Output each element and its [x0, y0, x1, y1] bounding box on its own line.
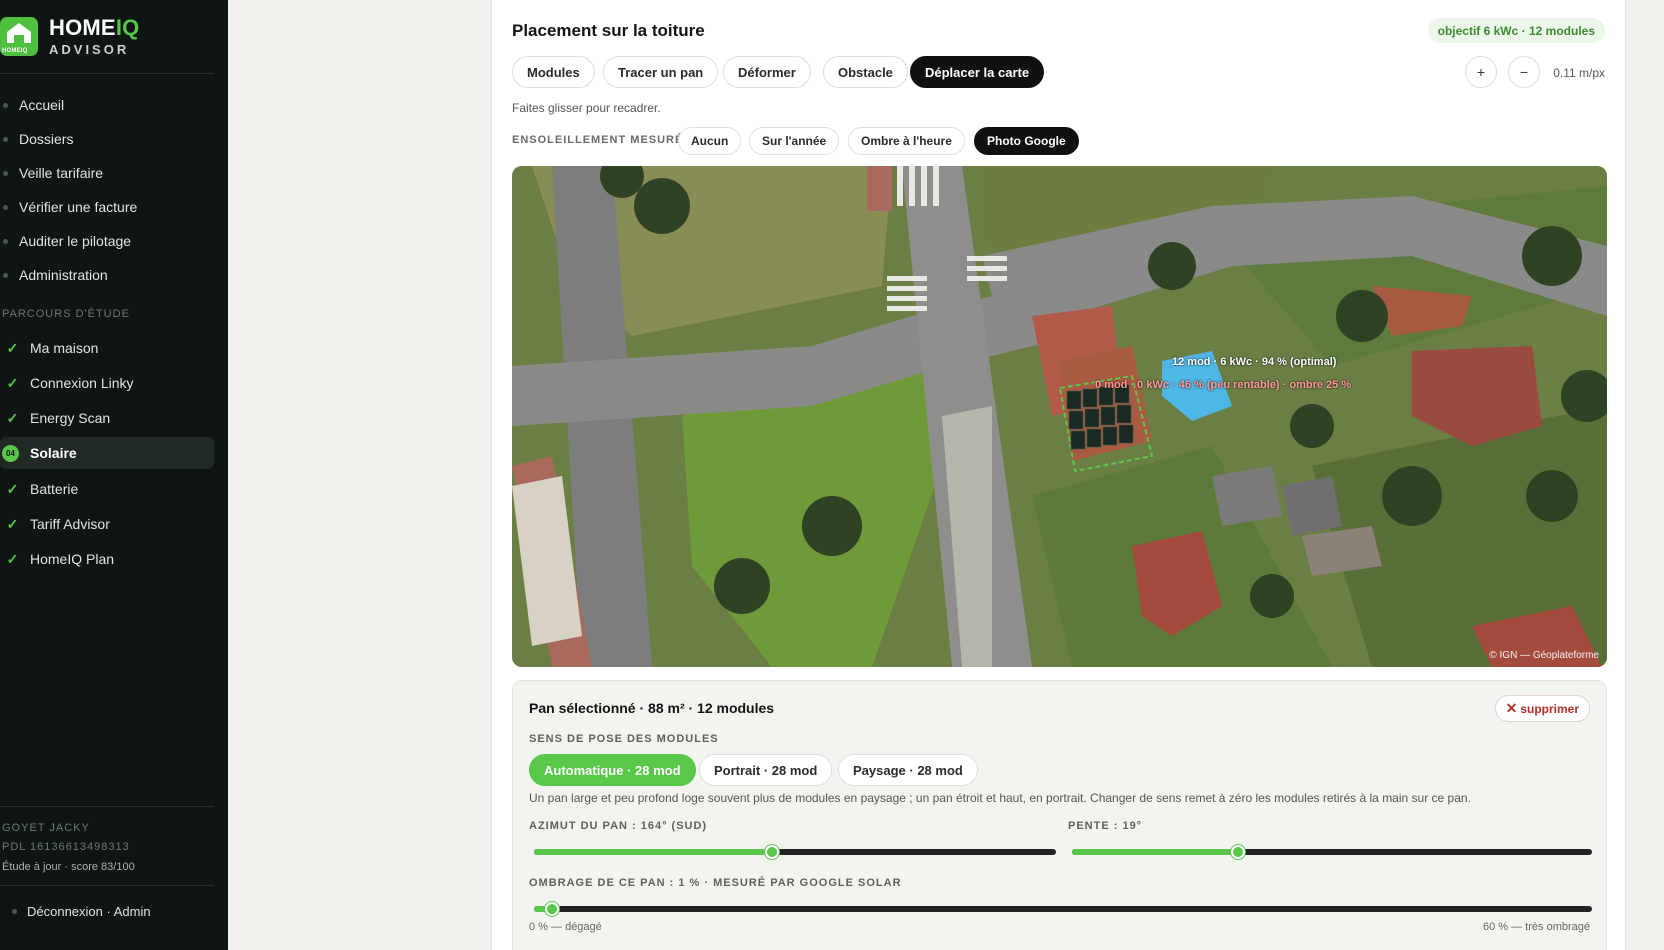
sunshine-annee-button[interactable]: Sur l'année: [749, 127, 840, 155]
tool-deformer-button[interactable]: Déformer: [723, 56, 811, 88]
bullet-icon: [12, 909, 17, 914]
user-pdl: PDL 16136613498313: [2, 841, 130, 853]
tool-tracer-pan-button[interactable]: Tracer un pan: [603, 56, 719, 88]
bullet-icon: [3, 272, 8, 278]
step-energy-scan[interactable]: ✓ Energy Scan: [0, 402, 214, 434]
divider: [0, 806, 214, 807]
azimuth-slider[interactable]: [534, 845, 1056, 859]
map-imagery: [512, 166, 1607, 667]
bullet-icon: [3, 136, 8, 142]
step-homeiq-plan[interactable]: ✓ HomeIQ Plan: [0, 543, 214, 575]
step-ma-maison[interactable]: ✓ Ma maison: [0, 332, 214, 364]
sidebar: HOMEIQ HOMEIQ ADVISOR Accueil Dossiers V…: [0, 0, 228, 950]
slider-fill: [534, 849, 772, 855]
study-status: Étude à jour · score 83/100: [2, 861, 135, 873]
sunshine-label: ENSOLEILLEMENT MESURÉ: [512, 134, 684, 146]
orientation-paysage-button[interactable]: Paysage · 28 mod: [838, 754, 978, 786]
page-title: Placement sur la toiture: [512, 21, 705, 40]
user-name: GOYET JACKY: [2, 822, 90, 834]
check-icon: ✓: [6, 409, 19, 426]
slider-thumb[interactable]: [765, 845, 779, 859]
delete-pan-button[interactable]: ✕ supprimer: [1494, 695, 1590, 722]
pan-label-secondary: 0 mod · 0 kWc · 46 % (peu rentable) · om…: [1095, 379, 1352, 391]
steps-section-label: PARCOURS D'ÉTUDE: [2, 308, 130, 320]
bullet-icon: [3, 238, 8, 244]
sunshine-photo-google-button[interactable]: Photo Google: [974, 127, 1079, 155]
check-icon: ✓: [6, 339, 19, 356]
slider-fill: [1072, 849, 1238, 855]
shading-label: OMBRAGE DE CE PAN : 1 % · MESURÉ PAR GOO…: [529, 877, 902, 889]
tool-modules-button[interactable]: Modules: [512, 56, 595, 88]
bullet-icon: [3, 204, 8, 210]
homeiq-logo: HOMEIQ: [0, 17, 38, 56]
map-attribution: © IGN — Géoplateforme: [1489, 650, 1599, 661]
slider-thumb[interactable]: [545, 902, 559, 916]
check-icon: ✓: [6, 550, 19, 567]
orientation-portrait-button[interactable]: Portrait · 28 mod: [699, 754, 833, 786]
step-connexion-linky[interactable]: ✓ Connexion Linky: [0, 367, 214, 399]
logout-link[interactable]: Déconnexion · Admin: [12, 904, 151, 919]
shading-slider[interactable]: [534, 902, 1592, 916]
pan-title: Pan sélectionné · 88 m² · 12 modules: [529, 700, 775, 716]
slider-thumb[interactable]: [1231, 845, 1245, 859]
step-solaire[interactable]: 04 Solaire: [0, 437, 214, 469]
sunshine-ombre-heure-button[interactable]: Ombre à l'heure: [848, 127, 965, 155]
orientation-auto-button[interactable]: Automatique · 28 mod: [529, 754, 696, 786]
orientation-help: Un pan large et peu profond loge souvent…: [529, 791, 1471, 805]
orientation-label: SENS DE POSE DES MODULES: [529, 733, 719, 745]
nav-item-accueil[interactable]: Accueil: [0, 92, 214, 118]
slope-label: PENTE : 19°: [1068, 820, 1143, 832]
map-scale: 0.11 m/px: [1553, 66, 1605, 80]
step-number-badge: 04: [2, 444, 19, 462]
zoom-in-button[interactable]: +: [1465, 56, 1497, 88]
pan-label-primary: 12 mod · 6 kWc · 94 % (optimal): [1172, 356, 1337, 368]
bullet-icon: [3, 102, 8, 108]
brand-subtitle: ADVISOR: [49, 42, 130, 57]
check-icon: ✓: [6, 374, 19, 391]
close-icon: ✕: [1505, 700, 1518, 716]
step-batterie[interactable]: ✓ Batterie: [0, 473, 214, 505]
sunshine-aucun-button[interactable]: Aucun: [678, 127, 742, 155]
nav-item-verifier-facture[interactable]: Vérifier une facture: [0, 194, 214, 220]
bullet-icon: [3, 170, 8, 176]
map-hint: Faites glisser pour recadrer.: [512, 101, 661, 115]
placement-card: Placement sur la toiture objectif 6 kWc …: [491, 0, 1626, 950]
shading-max-label: 60 % — très ombragé: [1483, 921, 1590, 933]
slope-slider[interactable]: [1072, 845, 1592, 859]
brand-name: HOMEIQ: [49, 15, 140, 40]
tool-deplacer-carte-button[interactable]: Déplacer la carte: [910, 56, 1045, 88]
check-icon: ✓: [6, 480, 19, 497]
nav-item-dossiers[interactable]: Dossiers: [0, 126, 214, 152]
azimuth-label: AZIMUT DU PAN : 164° (SUD): [529, 820, 708, 832]
brand[interactable]: HOMEIQ HOMEIQ ADVISOR: [0, 16, 139, 57]
nav-item-administration[interactable]: Administration: [0, 262, 214, 288]
tool-obstacle-button[interactable]: Obstacle: [823, 56, 908, 88]
satellite-map[interactable]: 12 mod · 6 kWc · 94 % (optimal) 0 mod · …: [512, 166, 1607, 667]
step-tariff-advisor[interactable]: ✓ Tariff Advisor: [0, 508, 214, 540]
zoom-out-button[interactable]: −: [1508, 56, 1540, 88]
divider: [0, 885, 214, 886]
shading-min-label: 0 % — dégagé: [529, 921, 602, 933]
nav-item-auditer-pilotage[interactable]: Auditer le pilotage: [0, 228, 214, 254]
check-icon: ✓: [6, 515, 19, 532]
divider: [0, 73, 214, 74]
nav-item-veille-tarifaire[interactable]: Veille tarifaire: [0, 160, 214, 186]
selected-pan-panel: Pan sélectionné · 88 m² · 12 modules ✕ su…: [512, 680, 1607, 950]
logo-text: HOMEIQ: [2, 48, 28, 54]
goal-badge: objectif 6 kWc · 12 modules: [1427, 18, 1605, 43]
